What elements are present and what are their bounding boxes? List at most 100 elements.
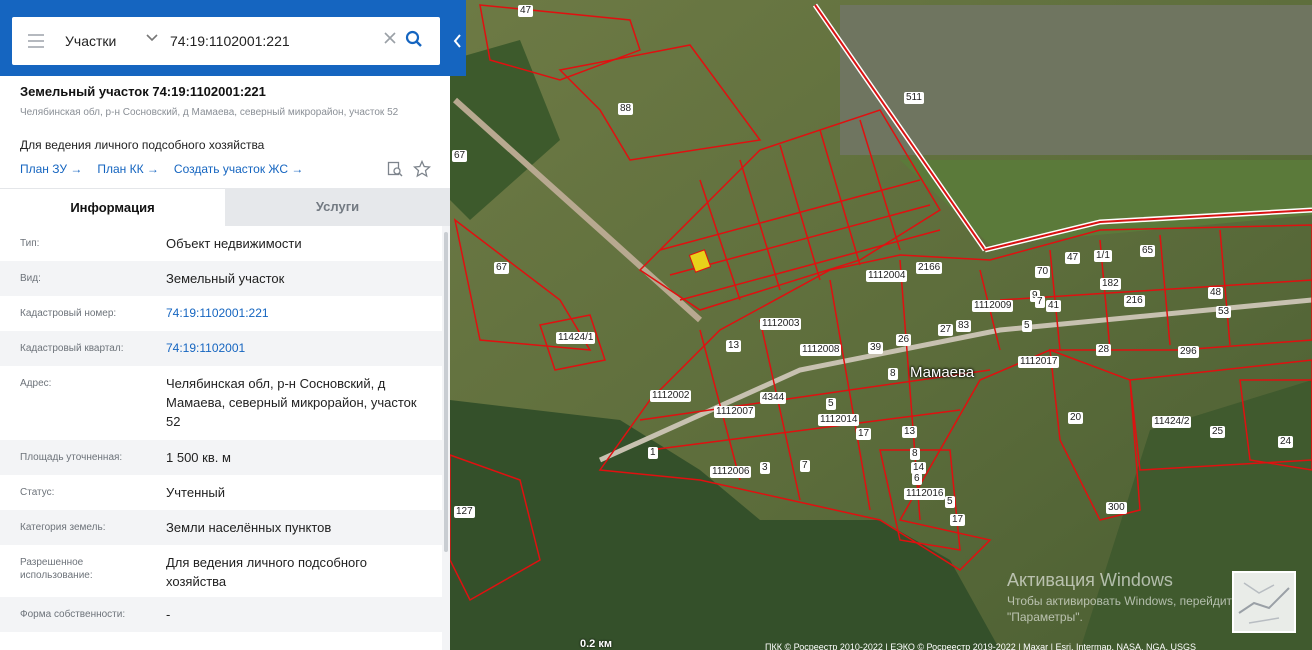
plan-kk-link[interactable]: План КК →	[97, 162, 159, 176]
object-usage: Для ведения личного подсобного хозяйства	[20, 138, 265, 152]
scale-label: 0.2 км	[580, 638, 612, 650]
info-label: Тип:	[20, 238, 40, 249]
info-value: -	[166, 607, 171, 622]
tab-services[interactable]: Услуги	[225, 188, 450, 226]
search-header: Участки 74:19:1102001:221	[0, 0, 466, 76]
parcel-number-label: 296	[1178, 346, 1199, 358]
info-row: Кадастровый номер: 74:19:1102001:221	[0, 296, 442, 331]
object-address: Челябинская обл, р-н Сосновский, д Мамае…	[20, 107, 399, 118]
star-icon[interactable]	[413, 160, 431, 178]
parcel-number-label: 1112002	[650, 390, 692, 402]
search-box[interactable]: Участки 74:19:1102001:221	[12, 17, 440, 65]
search-input[interactable]: 74:19:1102001:221	[170, 33, 290, 49]
parcel-number-label: 39	[868, 342, 884, 354]
info-value: Земельный участок	[166, 271, 285, 286]
search-icon[interactable]	[405, 30, 423, 48]
create-parcel-link[interactable]: Создать участок ЖС →	[174, 162, 303, 176]
parcel-number-label: 67	[452, 150, 468, 162]
parcel-number-label: 8	[888, 368, 898, 380]
info-value: Земли населённых пунктов	[166, 520, 332, 535]
parcel-number-label: 47	[1065, 252, 1081, 264]
collapse-panel-icon[interactable]	[450, 26, 466, 56]
parcel-number-label: 17	[856, 428, 872, 440]
parcel-number-label: 47	[518, 5, 534, 17]
parcel-number-label: 83	[956, 320, 972, 332]
parcel-number-label: 8	[910, 448, 920, 460]
object-title: Земельный участок 74:19:1102001:221	[20, 84, 266, 99]
info-label: Кадастровый квартал:	[20, 343, 124, 354]
parcel-number-label: 20	[1068, 412, 1084, 424]
parcel-number-label: 65	[1140, 245, 1156, 257]
info-label: Форма собственности:	[20, 609, 126, 620]
map-attribution: ПКК © Росреестр 2010-2022 | ЕЭКО © Росре…	[765, 642, 1196, 650]
parcel-number-label: 1112014	[818, 414, 860, 426]
parcel-number-label: 5	[1022, 320, 1032, 332]
parcel-number-label: 27	[938, 324, 954, 336]
tab-information[interactable]: Информация	[0, 188, 225, 226]
object-links: План ЗУ → План КК → Создать участок ЖС →	[20, 162, 318, 176]
parcel-number-label: 7	[1035, 296, 1045, 308]
info-label: Вид:	[20, 273, 41, 284]
info-row: Кадастровый квартал: 74:19:1102001	[0, 331, 442, 366]
info-row: Статус: Учтенный	[0, 475, 442, 510]
info-table: Тип: Объект недвижимости Вид: Земельный уча…	[0, 226, 442, 650]
info-value-link[interactable]: 74:19:1102001	[166, 339, 426, 358]
parcel-number-label: 67	[494, 262, 510, 274]
document-search-icon[interactable]	[387, 161, 403, 177]
search-type-select[interactable]: Участки	[65, 33, 116, 49]
info-label: Статус:	[20, 487, 55, 498]
settlement-area	[840, 5, 1312, 155]
parcel-number-label: 127	[454, 506, 475, 518]
info-row: Форма собственности: -	[0, 597, 442, 632]
parcel-number-label: 300	[1106, 502, 1127, 514]
parcel-number-label: 28	[1096, 344, 1112, 356]
info-label: Разрешенное использование:	[20, 557, 93, 581]
info-label: Площадь уточненная:	[20, 452, 123, 463]
minimap-toggle[interactable]	[1232, 571, 1296, 633]
info-label: Адрес:	[20, 378, 52, 389]
parcel-number-label: 1112007	[714, 406, 756, 418]
parcel-number-label: 88	[618, 103, 634, 115]
parcel-number-label: 3	[760, 462, 770, 474]
parcel-number-label: 41	[1046, 300, 1062, 312]
info-value: Учтенный	[166, 485, 226, 500]
scrollbar-thumb[interactable]	[444, 232, 448, 552]
info-row: Тип: Объект недвижимости	[0, 226, 442, 261]
parcel-number-label: 48	[1208, 287, 1224, 299]
info-row: Категория земель: Земли населённых пункто…	[0, 510, 442, 545]
parcel-number-label: 11424/2	[1152, 416, 1192, 428]
parcel-number-label: 13	[902, 426, 918, 438]
parcel-number-label: 1112016	[904, 488, 946, 500]
info-value: 1 500 кв. м	[166, 450, 231, 465]
parcel-number-label: 70	[1035, 266, 1051, 278]
plan-zu-link[interactable]: План ЗУ →	[20, 162, 82, 176]
parcel-number-label: 6	[912, 473, 922, 485]
parcel-number-label: 53	[1216, 306, 1232, 318]
info-value: Челябинская обл, р-н Сосновский, д Мамае…	[166, 376, 417, 429]
chevron-down-icon[interactable]	[145, 31, 159, 45]
menu-icon[interactable]	[28, 34, 44, 48]
close-icon[interactable]	[383, 31, 397, 45]
info-row: Адрес: Челябинская обл, р-н Сосновский, д…	[0, 366, 442, 440]
parcel-number-label: 511	[904, 92, 924, 104]
info-label: Категория земель:	[20, 522, 106, 533]
parcel-number-label: 4344	[760, 392, 787, 404]
info-value-link[interactable]: 74:19:1102001:221	[166, 304, 426, 323]
info-row: Вид: Земельный участок	[0, 261, 442, 296]
parcel-number-label: 24	[1278, 436, 1294, 448]
parcel-number-label: 5	[826, 398, 836, 410]
parcel-number-label: 1	[648, 447, 658, 459]
map-thumbnail-icon	[1238, 582, 1290, 624]
parcel-number-label: 1112017	[1018, 356, 1060, 368]
parcel-number-label: 17	[950, 514, 966, 526]
parcel-number-label: 1/1	[1094, 250, 1112, 262]
parcel-number-label: 1112003	[760, 318, 802, 330]
parcel-number-label: 216	[1124, 295, 1145, 307]
parcel-number-label: 25	[1210, 426, 1226, 438]
parcel-number-label: 7	[800, 460, 810, 472]
parcel-number-label: 1112004	[866, 270, 908, 282]
parcel-number-label: 1112009	[972, 300, 1014, 312]
parcel-number-label: 2166	[916, 262, 943, 274]
tab-bar: Информация Услуги	[0, 188, 450, 226]
parcel-number-label: 13	[726, 340, 742, 352]
